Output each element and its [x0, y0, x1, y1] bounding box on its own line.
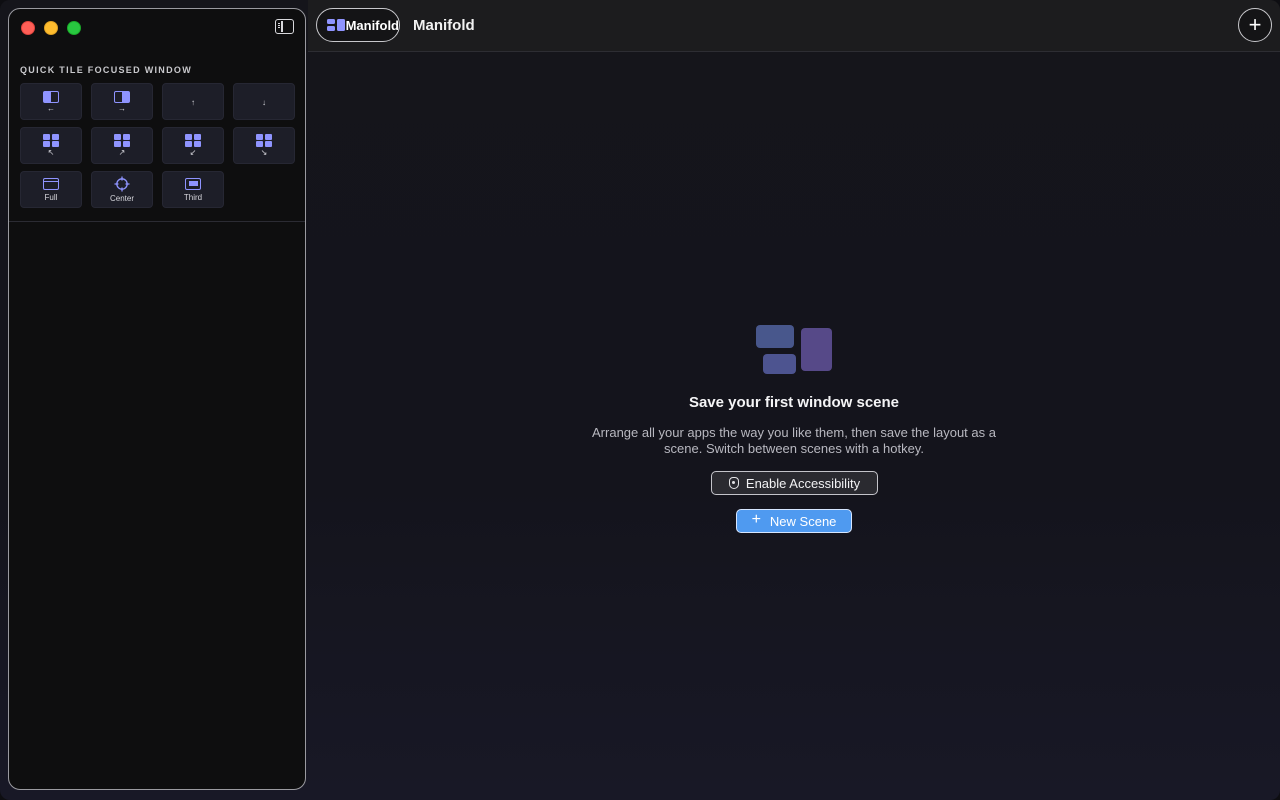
bottom-right-quarter-icon: [256, 134, 272, 147]
crosshair-icon: [114, 176, 130, 192]
tile-caption: Center: [109, 194, 134, 203]
tile-top-half-button[interactable]: ↑: [162, 83, 224, 120]
enable-accessibility-label: Enable Accessibility: [745, 475, 861, 491]
tile-center-button[interactable]: Center: [91, 171, 153, 208]
tile-left-half-button[interactable]: ←: [20, 83, 82, 120]
tile-caption: Third: [183, 192, 203, 202]
sidebar: QUICK TILE FOCUSED WINDOW ← → ↑ ↓ ↖ ↗ ↙ …: [8, 8, 306, 790]
quick-tile-section-title: QUICK TILE FOCUSED WINDOW: [20, 65, 192, 75]
app-window: QUICK TILE FOCUSED WINDOW ← → ↑ ↓ ↖ ↗ ↙ …: [0, 0, 1280, 800]
page-title: Manifold: [413, 17, 475, 34]
tile-caption: ↘: [260, 148, 268, 157]
tile-bottom-left-button[interactable]: ↙: [162, 127, 224, 164]
window-layout-icon: [756, 325, 834, 375]
tile-bottom-right-button[interactable]: ↘: [233, 127, 295, 164]
up-arrow-icon: ↑: [191, 97, 195, 107]
tile-caption: ↙: [189, 148, 197, 157]
new-scene-button[interactable]: + New Scene: [736, 509, 852, 533]
add-scene-button[interactable]: +: [1238, 8, 1272, 42]
tile-third-button[interactable]: Third: [162, 171, 224, 208]
new-scene-label: New Scene: [769, 513, 837, 529]
zoom-window-button[interactable]: [67, 21, 81, 35]
empty-state-description: Arrange all your apps the way you like t…: [592, 425, 996, 456]
plus-icon: +: [1248, 12, 1262, 37]
full-window-icon: [43, 177, 59, 190]
bottom-left-quarter-icon: [185, 134, 201, 147]
empty-state: Save your first window scene Arrange all…: [308, 52, 1280, 800]
app-switcher-pill[interactable]: Manifold: [316, 8, 400, 42]
sidebar-toggle-icon[interactable]: [275, 19, 294, 34]
top-left-quarter-icon: [43, 134, 59, 147]
top-right-quarter-icon: [114, 134, 130, 147]
tile-bottom-half-button[interactable]: ↓: [233, 83, 295, 120]
manifold-logo-icon: [327, 19, 345, 31]
left-half-icon: [43, 90, 59, 103]
tile-caption: ←: [47, 103, 55, 113]
enable-accessibility-button[interactable]: Enable Accessibility: [711, 471, 878, 495]
tile-caption: ↗: [118, 148, 126, 157]
tile-caption: ↖: [47, 148, 55, 157]
down-arrow-icon: ↓: [262, 97, 266, 107]
third-window-icon: [185, 177, 201, 190]
app-switcher-label: Manifold: [345, 17, 399, 33]
empty-state-title: Save your first window scene: [688, 394, 900, 411]
tile-full-button[interactable]: Full: [20, 171, 82, 208]
tile-top-left-button[interactable]: ↖: [20, 127, 82, 164]
shield-icon: [728, 477, 739, 489]
sidebar-divider: [9, 221, 305, 222]
tile-caption: →: [118, 103, 126, 113]
plus-icon: +: [751, 511, 761, 528]
tile-top-right-button[interactable]: ↗: [91, 127, 153, 164]
tile-caption: Full: [44, 192, 58, 202]
close-window-button[interactable]: [21, 21, 35, 35]
minimize-window-button[interactable]: [44, 21, 58, 35]
tile-right-half-button[interactable]: →: [91, 83, 153, 120]
toolbar: Manifold Manifold +: [308, 0, 1280, 52]
right-half-icon: [114, 90, 130, 103]
